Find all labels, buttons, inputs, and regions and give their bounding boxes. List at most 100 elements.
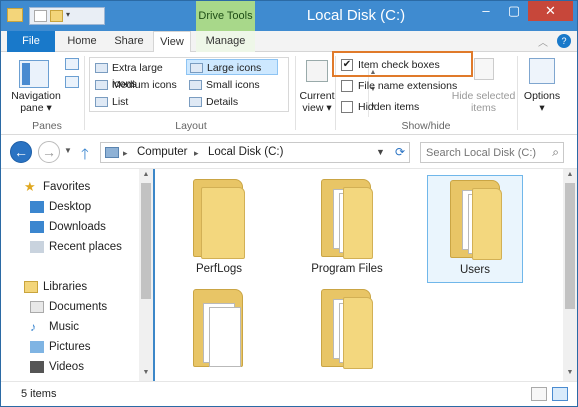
hidden-items-checkbox[interactable] — [341, 101, 353, 113]
search-input[interactable] — [421, 143, 545, 162]
folder-tile[interactable]: Program Files — [299, 175, 395, 283]
divider — [84, 56, 85, 130]
tab-manage[interactable]: Manage — [196, 31, 255, 52]
scroll-up-icon[interactable]: ▲ — [141, 171, 151, 178]
nav-item-label: Documents — [49, 301, 108, 313]
preview-pane-icon[interactable] — [65, 58, 79, 70]
folder-app-icon[interactable] — [7, 8, 23, 22]
drive-tools-context-label: Drive Tools — [196, 1, 255, 31]
new-folder-icon[interactable] — [50, 10, 63, 22]
tab-file[interactable]: File — [7, 31, 55, 52]
title-bar: ▾ Drive Tools Local Disk (C:) – ▢ ✕ — [1, 1, 577, 31]
file-name-extensions-checkbox[interactable] — [341, 80, 353, 92]
file-name-extensions-option[interactable]: File name extensions — [341, 78, 457, 94]
downloads-icon — [30, 221, 44, 233]
refresh-button[interactable]: ⟳ — [391, 142, 410, 163]
address-dropdown-icon[interactable]: ▼ — [376, 147, 385, 157]
back-button[interactable]: ← — [10, 141, 32, 163]
item-check-boxes-highlight — [332, 51, 473, 77]
current-view-icon[interactable] — [306, 60, 328, 82]
extra-large-icons-icon — [95, 63, 108, 73]
nav-item-label: Favorites — [43, 181, 91, 193]
scrollbar-thumb[interactable] — [141, 183, 151, 299]
navigation-pane-icon[interactable] — [19, 60, 49, 88]
details-view-icon[interactable] — [531, 387, 547, 401]
maximize-button[interactable]: ▢ — [501, 1, 527, 21]
nav-item-label: Recent places — [49, 241, 122, 253]
folder-tile[interactable]: PerfLogs — [171, 175, 267, 283]
qat-customize-icon[interactable]: ▾ — [66, 10, 76, 22]
tab-home[interactable]: Home — [61, 31, 103, 52]
layout-small-icons[interactable]: Small icons — [186, 77, 278, 93]
nav-pictures[interactable]: Pictures — [30, 338, 91, 356]
folder-tile-selected[interactable]: Users — [427, 175, 523, 283]
minimize-button[interactable]: – — [474, 1, 498, 21]
navigation-pane-button[interactable]: Navigation pane ▾ — [7, 90, 65, 114]
details-pane-icon[interactable] — [65, 76, 79, 88]
layout-list[interactable]: List — [92, 94, 184, 110]
divider — [295, 56, 296, 130]
explorer-window: ▾ Drive Tools Local Disk (C:) – ▢ ✕ File… — [0, 0, 578, 407]
breadcrumb-sep-icon[interactable]: ▸ — [123, 148, 128, 159]
tab-view[interactable]: View — [153, 31, 191, 53]
tab-share[interactable]: Share — [109, 31, 149, 52]
computer-icon — [105, 147, 119, 158]
nav-music[interactable]: ♪ Music — [30, 318, 79, 336]
scroll-down-icon[interactable]: ▼ — [565, 369, 575, 376]
forward-button[interactable]: → — [38, 141, 60, 163]
content-scrollbar[interactable]: ▲ ▼ — [563, 169, 577, 381]
large-icons-view-icon[interactable] — [552, 387, 568, 401]
nav-downloads[interactable]: Downloads — [30, 218, 106, 236]
nav-documents[interactable]: Documents — [30, 298, 107, 316]
breadcrumb-computer[interactable]: Computer — [137, 146, 188, 158]
current-view-button[interactable]: Current view ▾ — [298, 90, 336, 114]
folder-tile[interactable] — [299, 285, 395, 381]
music-icon: ♪ — [30, 320, 36, 334]
hidden-items-label: Hidden items — [358, 101, 420, 113]
layout-item-label: List — [112, 96, 129, 108]
scrollbar-thumb[interactable] — [565, 183, 575, 309]
current-view-label: Current — [299, 90, 335, 102]
nav-recent-places[interactable]: Recent places — [30, 238, 122, 256]
details-icon — [189, 97, 202, 107]
nav-item-label: Desktop — [49, 201, 92, 213]
nav-item-label: Videos — [49, 361, 84, 373]
nav-videos[interactable]: Videos — [30, 358, 84, 376]
options-icon[interactable] — [529, 58, 555, 84]
hidden-items-option[interactable]: Hidden items — [341, 99, 419, 115]
ribbon-collapse-icon[interactable]: ︿ — [538, 34, 552, 49]
layout-large-icons[interactable]: Large icons — [186, 59, 278, 75]
ribbon-view: Navigation pane ▾ Panes Extra large icon… — [1, 52, 577, 135]
search-box[interactable]: ⌕ — [420, 142, 564, 163]
scroll-down-icon[interactable]: ▼ — [141, 369, 151, 376]
layout-details[interactable]: Details — [186, 94, 278, 110]
nav-item-label: Libraries — [43, 281, 88, 293]
address-bar[interactable]: ▸ Computer ▸ Local Disk (C:) ▼ — [100, 142, 410, 163]
breadcrumb-local-disk[interactable]: Local Disk (C:) — [208, 146, 283, 158]
documents-icon — [30, 301, 44, 313]
star-icon: ★ — [24, 179, 36, 194]
nav-favorites[interactable]: ★ Favorites — [24, 178, 90, 196]
layout-medium-icons[interactable]: Medium icons — [92, 77, 184, 93]
folder-icon — [321, 289, 375, 369]
search-icon[interactable]: ⌕ — [552, 145, 559, 160]
breadcrumb-sep-icon[interactable]: ▸ — [194, 148, 199, 159]
group-label-layout: Layout — [175, 120, 207, 132]
recent-locations-icon[interactable]: ▼ — [64, 146, 72, 155]
scroll-up-icon[interactable]: ▲ — [565, 171, 575, 178]
properties-icon[interactable] — [34, 10, 47, 22]
nav-item-label: Pictures — [49, 341, 91, 353]
options-button[interactable]: Options ▾ — [519, 90, 565, 114]
folder-tile[interactable] — [171, 285, 267, 381]
nav-desktop[interactable]: Desktop — [30, 198, 91, 216]
nav-pane-scrollbar[interactable]: ▲ ▼ — [139, 169, 153, 381]
navigation-pane-label-2: pane ▾ — [20, 102, 52, 114]
close-button[interactable]: ✕ — [528, 1, 573, 21]
list-icon — [95, 97, 108, 107]
up-button[interactable]: 🡑 — [81, 144, 89, 169]
nav-libraries[interactable]: Libraries — [24, 278, 87, 296]
layout-extra-large-icons[interactable]: Extra large icons — [92, 60, 184, 90]
folder-icon — [450, 180, 504, 260]
help-icon[interactable]: ? — [557, 34, 571, 48]
folder-label: PerfLogs — [195, 263, 243, 275]
